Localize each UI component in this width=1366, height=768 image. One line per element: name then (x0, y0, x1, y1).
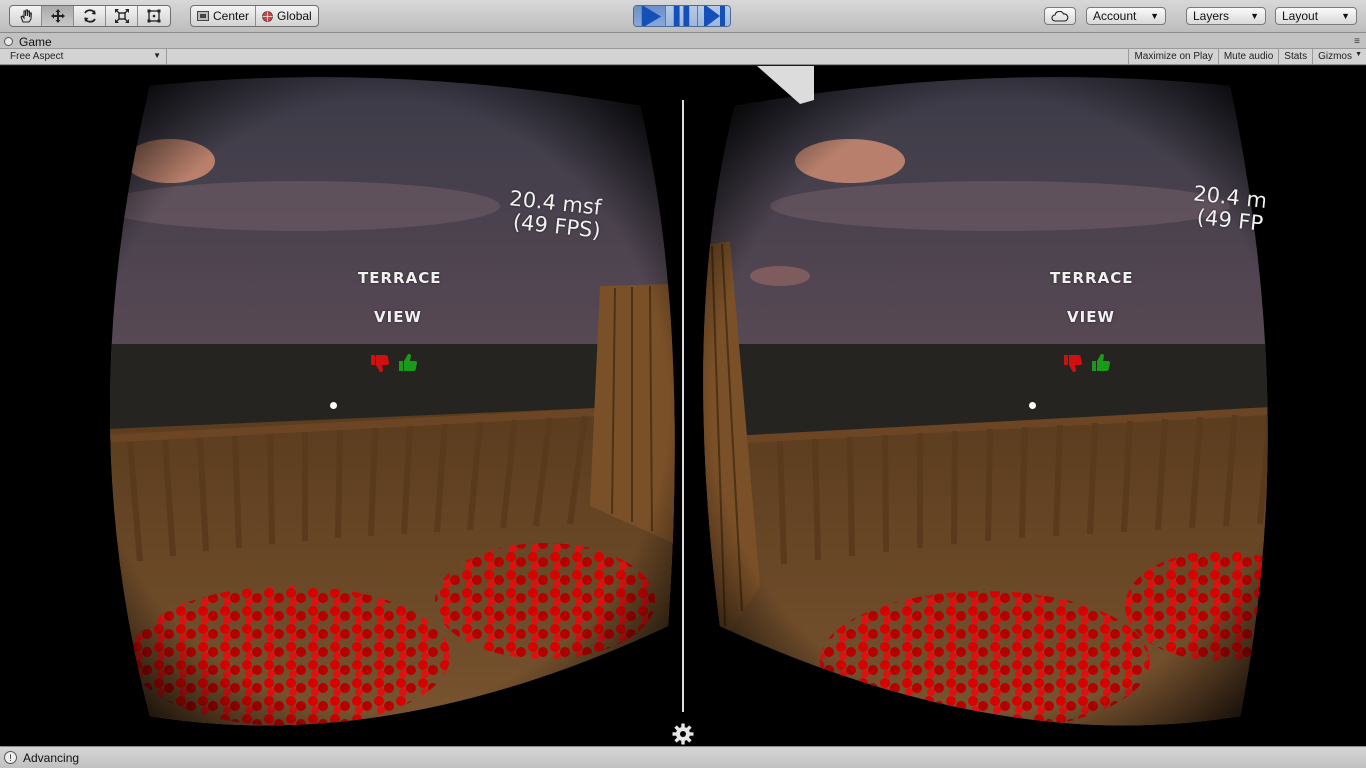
vr-stereo-render (110, 66, 1268, 726)
gaze-reticle-left (330, 402, 337, 409)
account-dropdown[interactable]: Account ▼ (1086, 7, 1166, 25)
chevron-down-icon: ▼ (1250, 11, 1259, 21)
pause-icon (673, 6, 690, 26)
panel-menu-icon[interactable]: ≡ (1354, 36, 1360, 47)
thumbs-up-icon[interactable] (1090, 352, 1112, 374)
transform-tools (9, 5, 171, 27)
status-text: Advancing (23, 750, 80, 765)
maximize-on-play-toggle[interactable]: Maximize on Play (1128, 49, 1217, 64)
pause-button[interactable] (666, 6, 698, 26)
scale-icon (114, 9, 129, 23)
gear-icon[interactable] (671, 722, 695, 746)
layout-dropdown[interactable]: Layout ▼ (1275, 7, 1357, 25)
main-toolbar: Center Global Account ▼ Layers ▼ Layout … (0, 0, 1366, 33)
tab-bar: Game ≡ (0, 33, 1366, 49)
space-label: Global (277, 9, 312, 23)
rotate-icon (83, 9, 96, 23)
chevron-down-icon: ▼ (153, 51, 161, 60)
rating-buttons-right (1062, 352, 1112, 374)
game-options: Maximize on Play Mute audio Stats Gizmos… (1128, 49, 1366, 64)
gizmos-toggle[interactable]: Gizmos ▼ (1312, 49, 1366, 64)
thumbs-down-icon[interactable] (369, 352, 391, 374)
move-icon (50, 9, 65, 23)
stats-toggle[interactable]: Stats (1278, 49, 1312, 64)
hand-icon (19, 9, 32, 23)
step-button[interactable] (698, 6, 730, 26)
status-bar: ! Advancing (0, 746, 1366, 768)
left-eye-view (110, 77, 675, 726)
fps-counter-left: 20.4 msf (49 FPS) (506, 186, 604, 243)
pivot-label: Center (213, 9, 250, 23)
tab-title: Game (19, 34, 52, 49)
gizmos-label: Gizmos (1318, 51, 1352, 62)
chevron-down-icon: ▼ (1341, 11, 1350, 21)
thumbs-up-icon[interactable] (397, 352, 419, 374)
play-button[interactable] (634, 6, 666, 26)
chevron-down-icon: ▼ (1150, 11, 1159, 21)
menu-title-left[interactable]: TERRACE (358, 269, 441, 287)
rotate-tool-button[interactable] (74, 6, 106, 26)
rating-buttons-left (369, 352, 419, 374)
aspect-label: Free Aspect (10, 51, 64, 62)
layers-dropdown[interactable]: Layers ▼ (1186, 7, 1266, 25)
play-icon (641, 6, 662, 26)
gaze-reticle-right (1029, 402, 1036, 409)
right-eye-view (703, 77, 1268, 726)
menu-title-right[interactable]: TERRACE (1050, 269, 1133, 287)
chevron-down-icon: ▼ (1355, 51, 1362, 58)
layers-label: Layers (1193, 9, 1230, 23)
info-icon: ! (4, 751, 17, 764)
menu-sub-left[interactable]: VIEW (374, 308, 422, 326)
aspect-dropdown[interactable]: Free Aspect ▼ (0, 49, 167, 64)
rect-icon (147, 9, 161, 23)
cloud-button[interactable] (1044, 7, 1076, 25)
account-label: Account (1093, 9, 1137, 23)
game-viewport[interactable]: 20.4 msf (49 FPS) TERRACE VIEW 20.4 msf … (0, 66, 1366, 746)
cloud-icon (1051, 10, 1069, 22)
thumbs-down-icon[interactable] (1062, 352, 1084, 374)
game-tab-icon (4, 37, 13, 46)
rect-tool-button[interactable] (138, 6, 170, 26)
menu-sub-right[interactable]: VIEW (1067, 308, 1115, 326)
step-icon (704, 6, 725, 26)
pivot-center-button[interactable]: Center (191, 6, 257, 26)
pivot-toggles: Center Global (190, 5, 319, 27)
tab-game[interactable]: Game (4, 34, 52, 49)
play-controls (633, 5, 731, 27)
fps-counter-right: 20.4 msf (49 FPS) (1190, 182, 1266, 235)
scale-tool-button[interactable] (106, 6, 138, 26)
game-view-toolbar: Free Aspect ▼ Maximize on Play Mute audi… (0, 49, 1366, 65)
globe-icon (262, 10, 273, 22)
hand-tool-button[interactable] (10, 6, 42, 26)
pivot-icon (197, 11, 209, 21)
move-tool-button[interactable] (42, 6, 74, 26)
layout-label: Layout (1282, 9, 1319, 23)
space-global-button[interactable]: Global (256, 6, 318, 26)
mute-audio-toggle[interactable]: Mute audio (1217, 49, 1278, 64)
